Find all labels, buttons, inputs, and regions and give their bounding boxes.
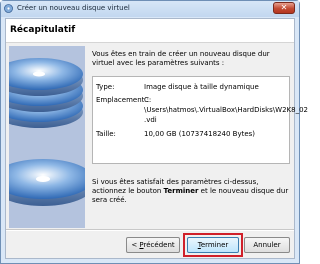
wizard-window: Créer un nouveau disque virtuel ✕ Récapi… [0,0,308,264]
finish-button-rest: erminer [200,241,229,249]
hard-disk-stack-icon [9,46,85,228]
finish-button[interactable]: Terminer [187,237,239,253]
button-separator [6,229,294,231]
previous-button[interactable]: < Précédent [126,237,180,253]
summary-content: Vous êtes en train de créer un nouveau d… [92,50,308,228]
previous-button-rest: récédent [143,241,175,249]
wizard-body: Récapitulatif Vous êtes en train de crée… [5,18,308,259]
cancel-button[interactable]: Annuler [244,237,290,253]
location-value-line3: .vdi [144,116,157,124]
size-label: Taille: [96,130,116,138]
window-title: Créer un nouveau disque virtuel [17,4,130,12]
hard-disk-illustration [9,46,85,228]
size-value: 10,00 GB (10737418240 Bytes) [144,130,256,138]
location-label: Emplacement : [96,96,149,104]
type-label: Type: [96,83,115,91]
close-button[interactable]: ✕ [273,2,295,14]
outro-text-bold: Terminer [163,187,199,195]
intro-text: Vous êtes en train de créer un nouveau d… [92,50,270,67]
page-header: Récapitulatif [6,19,294,43]
page-title: Récapitulatif [10,25,76,35]
title-bar[interactable]: Créer un nouveau disque virtuel ✕ [1,1,299,17]
virtualbox-disk-icon [4,4,13,13]
summary-box: Type: Image disque à taille dynamique Em… [92,76,308,164]
outro-text: Si vous êtes satisfait des paramètres ci… [92,178,292,205]
type-value: Image disque à taille dynamique [144,83,259,91]
location-value-line1: C: [144,96,152,104]
location-value-line2: \Users\hatmos\.VirtualBox\HardDisks\W2K8… [144,106,308,114]
